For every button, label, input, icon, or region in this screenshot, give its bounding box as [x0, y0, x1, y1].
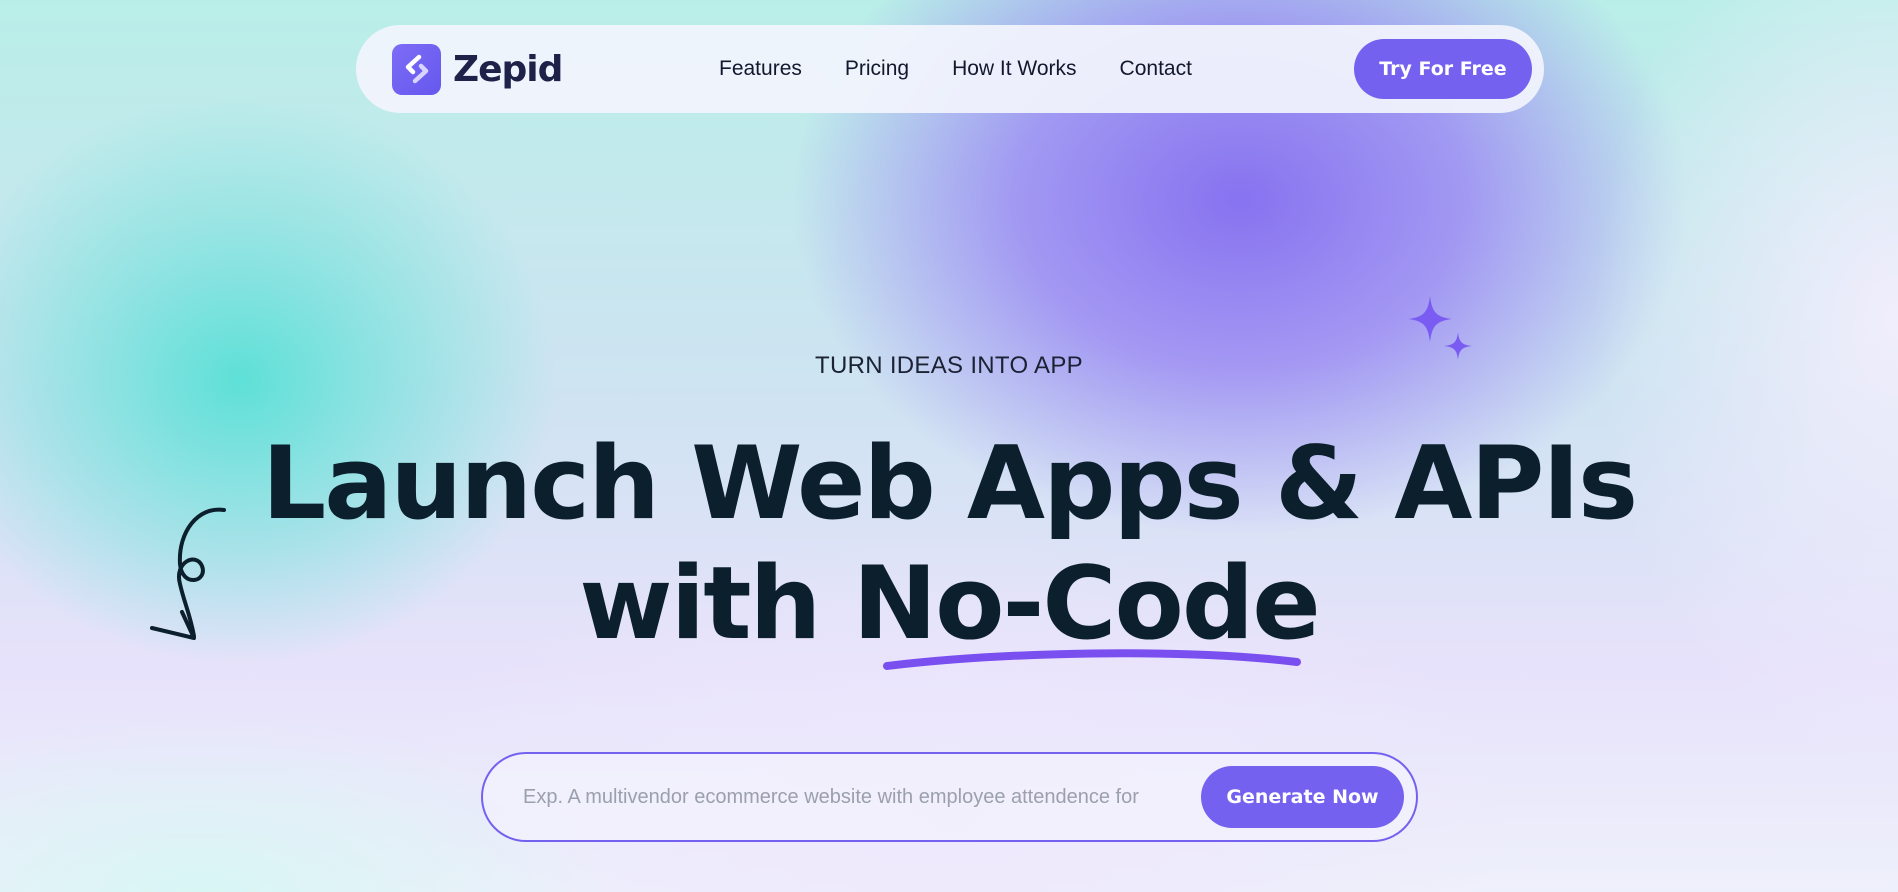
- app-idea-input[interactable]: [521, 776, 1171, 818]
- hero-headline-line2: with No-Code: [0, 548, 1898, 670]
- nav-link-pricing[interactable]: Pricing: [845, 57, 909, 81]
- hero-headline-highlight: No-Code: [853, 548, 1321, 670]
- nav-link-contact[interactable]: Contact: [1120, 57, 1192, 81]
- generate-now-button[interactable]: Generate Now: [1201, 766, 1404, 828]
- nav-link-features[interactable]: Features: [719, 57, 802, 81]
- underline-stroke-icon: [882, 649, 1301, 670]
- navbar: Zepid Features Pricing How It Works Cont…: [356, 25, 1544, 113]
- try-for-free-button[interactable]: Try For Free: [1354, 39, 1532, 99]
- zepid-logo-icon: [392, 43, 441, 95]
- nav-links: Features Pricing How It Works Contact: [719, 25, 1192, 113]
- hero-headline-prefix: with: [579, 544, 853, 662]
- hero-eyebrow: TURN IDEAS INTO APP: [815, 352, 1083, 379]
- prompt-form: Generate Now: [481, 752, 1418, 842]
- brand-name: Zepid: [453, 48, 563, 90]
- brand-home-link[interactable]: Zepid: [392, 43, 563, 95]
- hero-headline-line1: Launch Web Apps & APIs: [261, 424, 1638, 542]
- nav-link-how-it-works[interactable]: How It Works: [952, 57, 1076, 81]
